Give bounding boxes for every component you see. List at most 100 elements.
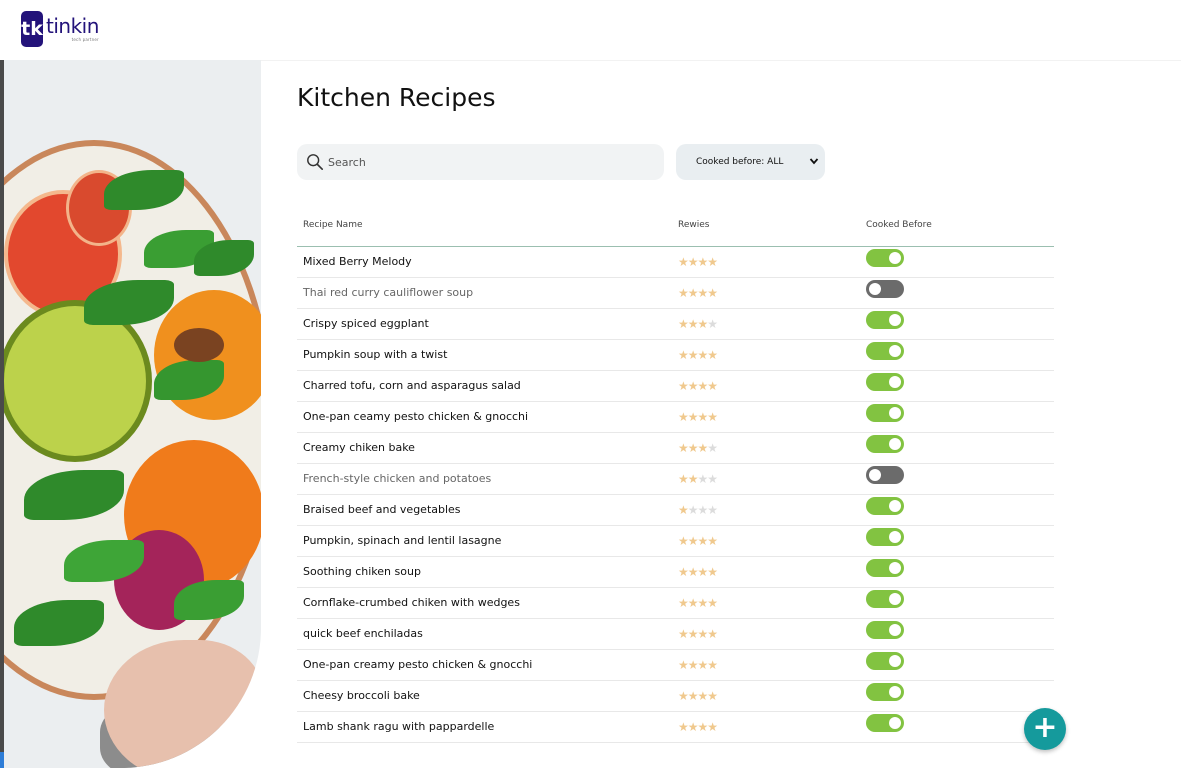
table-row[interactable]: One-pan ceamy pesto chicken & gnocchi ★★★…: [297, 402, 1054, 433]
recipe-name: Cheesy broccoli bake: [303, 689, 420, 702]
table-row[interactable]: One-pan creamy pesto chicken & gnocchi ★★…: [297, 650, 1054, 681]
star-icon: ★: [678, 317, 689, 331]
search-input[interactable]: [326, 154, 650, 170]
star-icon: ★: [687, 534, 699, 548]
search-icon: [307, 154, 324, 171]
recipe-name: One-pan ceamy pesto chicken & gnocchi: [303, 410, 529, 423]
cooked-before-toggle[interactable]: [866, 435, 904, 453]
toggle-knob: [889, 376, 901, 388]
star-icon: ★: [678, 503, 689, 517]
cooked-before-toggle[interactable]: [866, 466, 904, 484]
cooked-before-toggle[interactable]: [866, 373, 904, 391]
rating-stars: ★★★★: [678, 503, 718, 517]
cooked-before-toggle[interactable]: [866, 621, 904, 639]
cooked-before-toggle[interactable]: [866, 652, 904, 670]
star-icon: ★: [707, 534, 718, 548]
brand-logo[interactable]: tk tinkin tech partner: [21, 11, 99, 47]
star-icon: ★: [687, 255, 699, 269]
cooked-before-filter[interactable]: Cooked before: ALL: [676, 144, 825, 180]
add-recipe-button[interactable]: +: [1024, 708, 1066, 750]
table-row[interactable]: Crispy spiced eggplant ★★★★: [297, 309, 1054, 340]
star-icon: ★: [687, 658, 699, 672]
star-icon: ★: [707, 286, 718, 300]
star-icon: ★: [697, 503, 709, 517]
cooked-before-toggle[interactable]: [866, 683, 904, 701]
star-icon: ★: [678, 596, 689, 610]
star-icon: ★: [687, 379, 699, 393]
star-icon: ★: [687, 596, 699, 610]
cooked-before-toggle[interactable]: [866, 280, 904, 298]
column-header-reviews[interactable]: Rewies: [678, 220, 709, 230]
rating-stars: ★★★★: [678, 379, 718, 393]
star-icon: ★: [687, 689, 699, 703]
star-icon: ★: [697, 720, 709, 734]
recipe-name: Lamb shank ragu with pappardelle: [303, 720, 495, 733]
rating-stars: ★★★★: [678, 441, 718, 455]
star-icon: ★: [687, 317, 699, 331]
toggle-knob: [889, 686, 901, 698]
recipe-name: Soothing chiken soup: [303, 565, 421, 578]
star-icon: ★: [678, 627, 689, 641]
star-icon: ★: [678, 472, 689, 486]
cooked-before-toggle[interactable]: [866, 404, 904, 422]
star-icon: ★: [707, 565, 718, 579]
star-icon: ★: [707, 596, 718, 610]
cooked-before-toggle[interactable]: [866, 497, 904, 515]
cooked-before-toggle[interactable]: [866, 559, 904, 577]
table-row[interactable]: Thai red curry cauliflower soup ★★★★: [297, 278, 1054, 309]
table-row[interactable]: Soothing chiken soup ★★★★: [297, 557, 1054, 588]
star-icon: ★: [697, 565, 709, 579]
star-icon: ★: [697, 317, 709, 331]
table-row[interactable]: Mixed Berry Melody ★★★★: [297, 247, 1054, 278]
recipe-name: Charred tofu, corn and asparagus salad: [303, 379, 521, 392]
toggle-knob: [889, 345, 901, 357]
table-row[interactable]: Cornflake-crumbed chiken with wedges ★★★★: [297, 588, 1054, 619]
star-icon: ★: [687, 472, 699, 486]
star-icon: ★: [707, 317, 718, 331]
table-row[interactable]: Pumpkin soup with a twist ★★★★: [297, 340, 1054, 371]
star-icon: ★: [707, 689, 718, 703]
star-icon: ★: [697, 472, 709, 486]
table-row[interactable]: French-style chicken and potatoes ★★★★: [297, 464, 1054, 495]
cooked-before-toggle[interactable]: [866, 342, 904, 360]
cooked-before-toggle[interactable]: [866, 311, 904, 329]
star-icon: ★: [697, 658, 709, 672]
star-icon: ★: [697, 689, 709, 703]
table-row[interactable]: quick beef enchiladas ★★★★: [297, 619, 1054, 650]
star-icon: ★: [687, 348, 699, 362]
cooked-before-toggle[interactable]: [866, 528, 904, 546]
chevron-down-icon: [809, 158, 819, 165]
star-icon: ★: [678, 348, 689, 362]
rating-stars: ★★★★: [678, 565, 718, 579]
rating-stars: ★★★★: [678, 472, 718, 486]
column-header-cooked-before[interactable]: Cooked Before: [866, 220, 932, 230]
column-header-recipe-name[interactable]: Recipe Name: [303, 220, 363, 230]
star-icon: ★: [678, 720, 689, 734]
brand-name: tinkin: [46, 13, 99, 38]
star-icon: ★: [697, 286, 709, 300]
table-row[interactable]: Creamy chiken bake ★★★★: [297, 433, 1054, 464]
rating-stars: ★★★★: [678, 255, 718, 269]
cooked-before-toggle[interactable]: [866, 249, 904, 267]
cooked-before-toggle[interactable]: [866, 714, 904, 732]
recipe-name: Pumpkin soup with a twist: [303, 348, 448, 361]
cooked-before-toggle[interactable]: [866, 590, 904, 608]
search-bar[interactable]: [297, 144, 664, 180]
star-icon: ★: [678, 255, 689, 269]
rating-stars: ★★★★: [678, 627, 718, 641]
table-row[interactable]: Braised beef and vegetables ★★★★: [297, 495, 1054, 526]
toggle-knob: [889, 314, 901, 326]
recipe-name: Thai red curry cauliflower soup: [303, 286, 474, 299]
recipe-name: Braised beef and vegetables: [303, 503, 461, 516]
toggle-knob: [889, 252, 901, 264]
table-row[interactable]: Pumpkin, spinach and lentil lasagne ★★★★: [297, 526, 1054, 557]
table-row[interactable]: Charred tofu, corn and asparagus salad ★★…: [297, 371, 1054, 402]
toggle-knob: [889, 562, 901, 574]
star-icon: ★: [678, 658, 689, 672]
toggle-knob: [889, 593, 901, 605]
table-row[interactable]: Cheesy broccoli bake ★★★★: [297, 681, 1054, 712]
table-row[interactable]: Lamb shank ragu with pappardelle ★★★★: [297, 712, 1054, 743]
star-icon: ★: [707, 255, 718, 269]
star-icon: ★: [697, 627, 709, 641]
star-icon: ★: [678, 689, 689, 703]
